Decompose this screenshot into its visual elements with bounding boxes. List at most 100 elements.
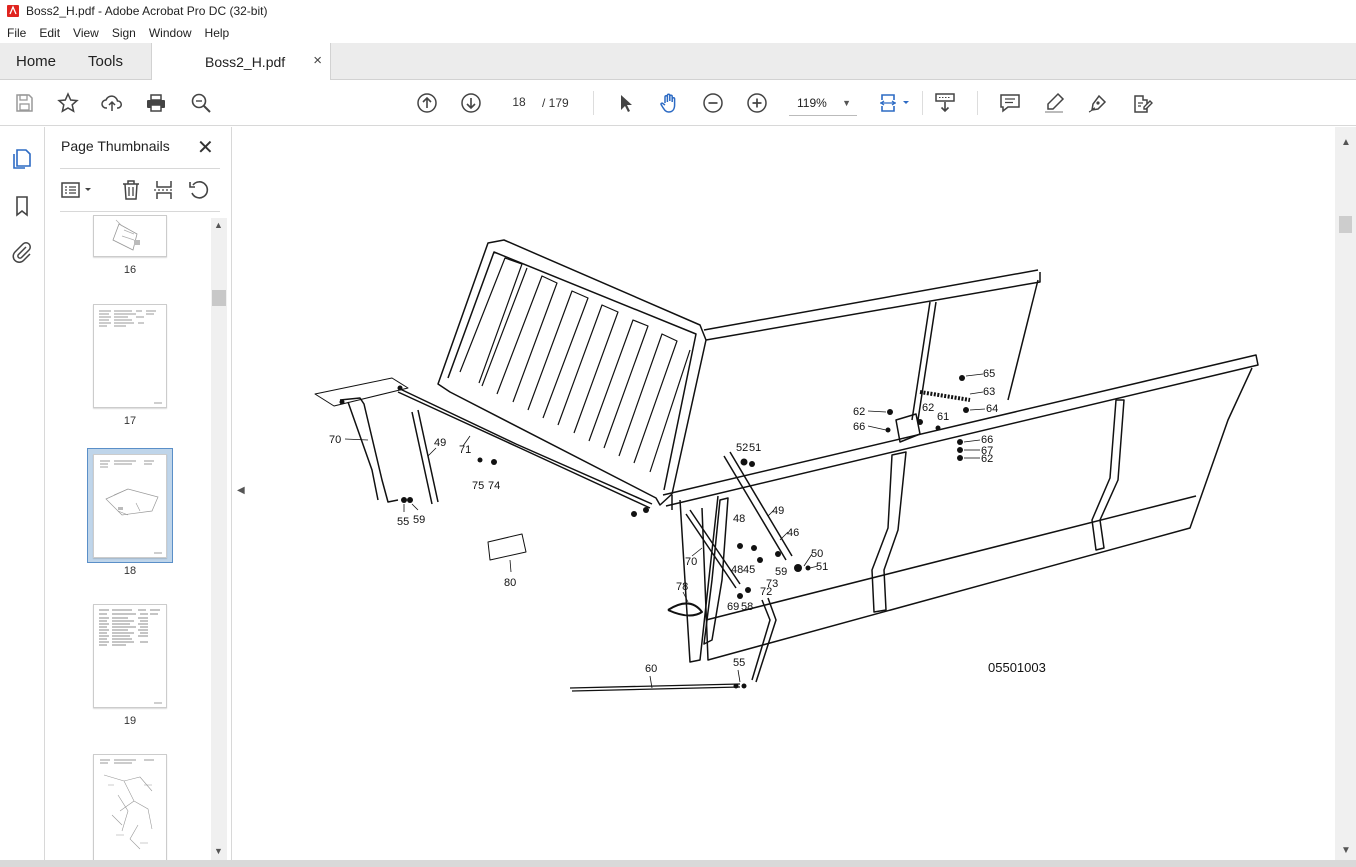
thumbnail-page[interactable] [93, 754, 167, 860]
part-label: 60 [645, 663, 657, 675]
zoom-out-icon[interactable] [701, 91, 725, 115]
drawing-reference-code: 05501003 [988, 660, 1046, 675]
scrollbar-thumb[interactable] [212, 290, 226, 306]
part-label: 50 [811, 548, 823, 560]
thumbnail-page[interactable] [93, 215, 167, 257]
part-label: 62 [853, 406, 865, 418]
menu-view[interactable]: View [66, 26, 105, 40]
part-label: 49 [434, 437, 446, 449]
thumbnail-image [100, 759, 154, 850]
thumbnail-image [100, 460, 162, 554]
part-label: 70 [329, 434, 341, 446]
attachment-icon[interactable] [10, 240, 34, 264]
thumbnail-label: 19 [123, 715, 137, 727]
title-bar: Boss2_H.pdf - Adobe Acrobat Pro DC (32-b… [0, 0, 1356, 22]
part-label: 65 [983, 368, 995, 380]
scroll-up-icon[interactable]: ▲ [1341, 137, 1351, 148]
menu-file[interactable]: File [0, 26, 32, 40]
thumbnails-panel: Page Thumbnails ✕ 16 17 18 19 ▲ ▼ [46, 127, 232, 860]
print-icon[interactable] [144, 91, 168, 115]
menu-help[interactable]: Help [198, 26, 236, 40]
scroll-up-icon[interactable]: ▲ [214, 220, 223, 230]
part-label: 55 [397, 516, 409, 528]
part-label: 75 [472, 480, 484, 492]
options-menu-icon[interactable] [60, 179, 96, 201]
part-label: 51 [816, 561, 828, 573]
tab-document[interactable]: Boss2_H.pdf × [151, 43, 331, 80]
bookmark-icon[interactable] [10, 194, 34, 218]
part-label: 72 [760, 586, 772, 598]
thumbnail-image [99, 310, 162, 404]
thumbnails-scrollbar[interactable]: ▲ ▼ [211, 218, 227, 860]
part-label: 80 [504, 577, 516, 589]
scrollbar-thumb[interactable] [1339, 216, 1352, 233]
save-icon[interactable] [12, 91, 36, 115]
document-scrollbar[interactable]: ▲ ▼ [1335, 127, 1356, 860]
zoom-in-icon[interactable] [745, 91, 769, 115]
bottom-strip [0, 860, 1356, 867]
split-page-icon[interactable] [153, 179, 175, 201]
menu-edit[interactable]: Edit [32, 26, 66, 40]
trash-icon[interactable] [120, 179, 142, 201]
part-label: 70 [685, 556, 697, 568]
divider [60, 211, 220, 212]
edit-pdf-icon[interactable] [1130, 91, 1154, 115]
thumbnail-image [99, 609, 162, 704]
part-label: 71 [459, 444, 471, 456]
document-canvas[interactable]: 70 49 71 75 74 55 59 80 52 51 49 48 46 4… [252, 127, 1335, 860]
page-number-input[interactable]: 18 [500, 90, 538, 115]
part-label: 59 [413, 514, 425, 526]
toolbar-divider [977, 91, 978, 115]
part-label: 74 [488, 480, 500, 492]
tab-tools[interactable]: Tools [88, 53, 123, 70]
tab-home[interactable]: Home [16, 53, 56, 70]
window-title: Boss2_H.pdf - Adobe Acrobat Pro DC (32-b… [26, 4, 268, 18]
star-icon[interactable] [56, 91, 80, 115]
part-label: 62 [922, 402, 934, 414]
part-label: 78 [676, 581, 688, 593]
scroll-down-icon[interactable]: ▼ [1341, 845, 1351, 856]
upload-icon[interactable] [100, 91, 124, 115]
menu-window[interactable]: Window [142, 26, 198, 40]
sign-icon[interactable] [1086, 91, 1110, 115]
chevron-down-icon: ▼ [842, 98, 851, 108]
thumbnail-label: 17 [123, 415, 137, 427]
search-icon[interactable] [189, 91, 213, 115]
exploded-parts-drawing: 70 49 71 75 74 55 59 80 52 51 49 48 46 4… [314, 239, 1259, 692]
zoom-select[interactable]: 119% ▼ [789, 90, 857, 116]
select-arrow-icon[interactable] [614, 91, 638, 115]
page-total: / 179 [542, 96, 569, 110]
thumbnail-page-selected[interactable] [93, 454, 167, 558]
part-label: 59 [775, 566, 787, 578]
arrow-up-circle-icon[interactable] [415, 91, 439, 115]
thumbnail-page[interactable] [93, 304, 167, 408]
page-fit-icon[interactable] [877, 91, 913, 115]
zoom-value: 119% [797, 96, 827, 110]
collapse-panel-icon[interactable]: ◀ [237, 485, 245, 496]
part-label: 64 [986, 403, 998, 415]
tab-document-label: Boss2_H.pdf [205, 54, 286, 70]
hand-icon[interactable] [657, 91, 681, 115]
thumbnail-page[interactable] [93, 604, 167, 708]
acrobat-icon [7, 5, 19, 17]
menu-sign[interactable]: Sign [105, 26, 142, 40]
scroll-mode-icon[interactable] [933, 91, 957, 115]
part-label: 52 [736, 442, 748, 454]
part-label: 55 [733, 657, 745, 669]
rotate-icon[interactable] [188, 179, 210, 201]
comment-icon[interactable] [998, 91, 1022, 115]
close-icon[interactable]: ✕ [197, 135, 214, 160]
toolbar-divider [922, 91, 923, 115]
arrow-down-circle-icon[interactable] [459, 91, 483, 115]
part-label: 58 [741, 601, 753, 613]
toolbar-divider [593, 91, 594, 115]
scroll-down-icon[interactable]: ▼ [214, 846, 223, 856]
thumbnail-label: 16 [123, 264, 137, 276]
part-label: 63 [983, 386, 995, 398]
page-thumbnails-icon[interactable] [10, 147, 34, 171]
thumbnail-list: 16 17 18 19 [46, 215, 211, 860]
tab-close-icon[interactable]: × [313, 52, 322, 69]
highlight-icon[interactable] [1042, 91, 1066, 115]
panel-title: Page Thumbnails [61, 138, 170, 154]
part-label: 46 [787, 527, 799, 539]
